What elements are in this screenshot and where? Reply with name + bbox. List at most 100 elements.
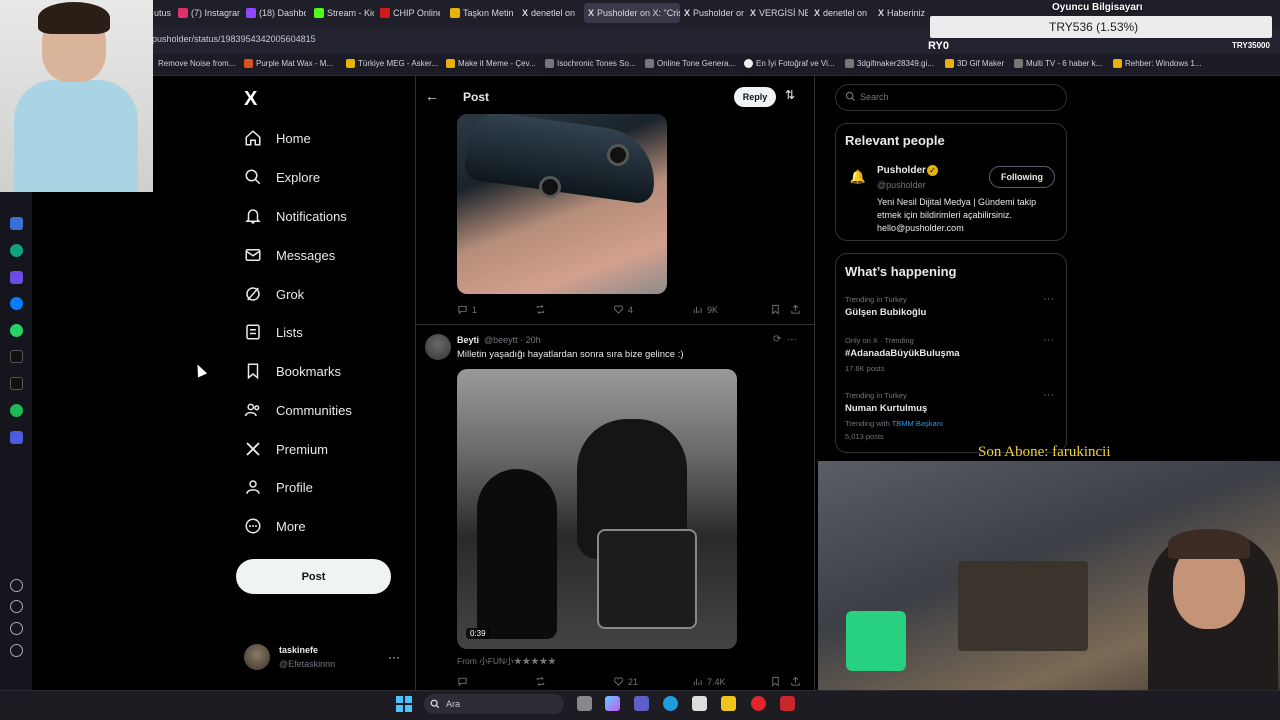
- reply-action[interactable]: 1: [457, 304, 477, 315]
- more-icon[interactable]: ···: [1043, 293, 1054, 305]
- browser-tab[interactable]: Taşkın Metin: [450, 3, 516, 23]
- more-icon[interactable]: ···: [388, 650, 400, 664]
- spotify-icon[interactable]: [10, 404, 23, 417]
- browser-tab[interactable]: (7) Instagram: [178, 3, 240, 23]
- bookmark-item[interactable]: En İyi Fotoğraf ve Vi...: [744, 59, 835, 68]
- browser-tab[interactable]: Xdenetlel on: [522, 3, 580, 23]
- post-button[interactable]: Post: [236, 559, 391, 594]
- browser-tab[interactable]: X Haberiniz o: [878, 3, 928, 23]
- more-icon[interactable]: ···: [1043, 389, 1054, 401]
- trend-name[interactable]: Gülşen Bubikoğlu: [845, 307, 926, 318]
- browser-tab-active[interactable]: X Pusholder on X: "Cris: [584, 3, 680, 23]
- nav-messages[interactable]: Messages: [244, 242, 335, 268]
- views-action[interactable]: 9K: [692, 304, 718, 315]
- app-icon[interactable]: [780, 696, 795, 711]
- browser-tab[interactable]: Stream - Kick: [314, 3, 374, 23]
- trend-name[interactable]: #AdanadaBüyükBuluşma: [845, 348, 960, 359]
- share-action[interactable]: [790, 676, 801, 687]
- trend-related-link[interactable]: TBMM Başkanı: [892, 419, 943, 428]
- copilot-icon[interactable]: [605, 696, 620, 711]
- bookmark-item[interactable]: Multi TV - 6 haber k...: [1014, 59, 1102, 68]
- store-icon[interactable]: [692, 696, 707, 711]
- url-text[interactable]: pusholder/status/1983954342005604815: [152, 34, 316, 44]
- views-action[interactable]: 7.4K: [692, 676, 726, 687]
- bookmark-item[interactable]: 3D Gif Maker: [945, 59, 1004, 68]
- video-source[interactable]: From 小FUN小★★★★★: [457, 655, 556, 667]
- browser-tab[interactable]: X VERGİSİ NE: [750, 3, 808, 23]
- repost-action[interactable]: [535, 304, 546, 315]
- following-button[interactable]: Following: [989, 166, 1055, 188]
- account-handle[interactable]: @Efetaskinnn: [279, 659, 335, 669]
- more-icon[interactable]: ···: [1043, 334, 1054, 346]
- bookmark-item[interactable]: Purple Mat Wax - M...: [244, 59, 333, 68]
- nav-explore[interactable]: Explore: [244, 164, 320, 190]
- messenger-icon[interactable]: [10, 297, 23, 310]
- nav-lists[interactable]: Lists: [244, 319, 303, 345]
- nav-profile[interactable]: Profile: [244, 474, 313, 500]
- task-view-icon[interactable]: [577, 696, 592, 711]
- browser-tab[interactable]: (18) Dashbo: [246, 3, 306, 23]
- teams-icon[interactable]: [634, 696, 649, 711]
- folder-icon[interactable]: [721, 696, 736, 711]
- nav-notifications[interactable]: Notifications: [244, 203, 347, 229]
- nav-communities[interactable]: Communities: [244, 397, 352, 423]
- tweet-author-meta[interactable]: @beeytt · 20h: [484, 335, 541, 345]
- back-arrow-icon[interactable]: ←: [425, 88, 439, 104]
- bookmark-action[interactable]: [770, 676, 781, 687]
- x-logo[interactable]: X: [244, 88, 257, 111]
- opera-icon[interactable]: [751, 696, 766, 711]
- x-icon[interactable]: [10, 377, 23, 390]
- bookmark-item[interactable]: Türkiye MEG - Asker...: [346, 59, 438, 68]
- app-icon[interactable]: [10, 271, 23, 284]
- browser-tab[interactable]: CHIP Online: [380, 3, 440, 23]
- lightbulb-icon[interactable]: [10, 644, 23, 657]
- nav-premium[interactable]: Premium: [244, 436, 328, 462]
- person-handle[interactable]: @pusholder: [877, 180, 926, 190]
- like-action[interactable]: 21: [613, 676, 638, 687]
- tiktok-icon[interactable]: [10, 350, 23, 363]
- app-icon[interactable]: [10, 217, 23, 230]
- bookmark-item[interactable]: Remove Noise from...: [158, 59, 235, 68]
- bookmark-item[interactable]: Make it Meme - Çev...: [446, 59, 536, 68]
- bookmark-item[interactable]: Isochronic Tones So...: [545, 59, 636, 68]
- tweet-image[interactable]: [457, 114, 667, 294]
- tweet-menu-icons[interactable]: ⟳ ···: [773, 334, 797, 345]
- tweet-author-name[interactable]: Beyti: [457, 335, 479, 345]
- grok-icon[interactable]: ⟳: [773, 334, 781, 345]
- chatgpt-icon[interactable]: [10, 244, 23, 257]
- browser-tab[interactable]: utus: [154, 3, 172, 23]
- edge-icon[interactable]: [663, 696, 678, 711]
- trend-name[interactable]: Numan Kurtulmuş: [845, 403, 927, 414]
- taskbar-search[interactable]: [424, 694, 564, 714]
- heart-icon[interactable]: [10, 579, 23, 592]
- bookmark-action[interactable]: [770, 304, 781, 315]
- bookmark-item[interactable]: 3dgifmaker28349.gi...: [845, 59, 934, 68]
- nav-grok[interactable]: Grok: [244, 281, 304, 307]
- clock-icon[interactable]: [10, 600, 23, 613]
- nav-home[interactable]: Home: [244, 125, 311, 151]
- search-placeholder[interactable]: Search: [860, 92, 889, 102]
- share-action[interactable]: [790, 304, 801, 315]
- bookmark-item[interactable]: Online Tone Genera...: [645, 59, 735, 68]
- person-name[interactable]: Pusholder: [877, 165, 926, 176]
- tweet-video[interactable]: [457, 369, 737, 649]
- whatsapp-icon[interactable]: [10, 324, 23, 337]
- reply-button[interactable]: Reply: [734, 87, 776, 107]
- reply-action[interactable]: [457, 676, 468, 687]
- bookmark-item[interactable]: Rehber: Windows 1...: [1113, 59, 1201, 68]
- like-action[interactable]: 4: [613, 304, 633, 315]
- more-icon[interactable]: ···: [787, 334, 797, 345]
- taskbar-search-label[interactable]: Ara: [446, 699, 460, 709]
- avatar[interactable]: [244, 644, 270, 670]
- filter-icon[interactable]: ⇅: [785, 88, 795, 102]
- nav-bookmarks[interactable]: Bookmarks: [244, 358, 341, 384]
- windows-start-icon[interactable]: [396, 696, 412, 712]
- pusholder-bell-icon[interactable]: 🔔: [846, 165, 870, 189]
- gear-icon[interactable]: [10, 622, 23, 635]
- browser-tab[interactable]: X Pusholder on: [684, 3, 744, 23]
- repost-action[interactable]: [535, 676, 546, 687]
- app-icon[interactable]: [10, 431, 23, 444]
- avatar[interactable]: [425, 334, 451, 360]
- account-name[interactable]: taskinefe: [279, 645, 318, 655]
- nav-more[interactable]: More: [244, 513, 306, 539]
